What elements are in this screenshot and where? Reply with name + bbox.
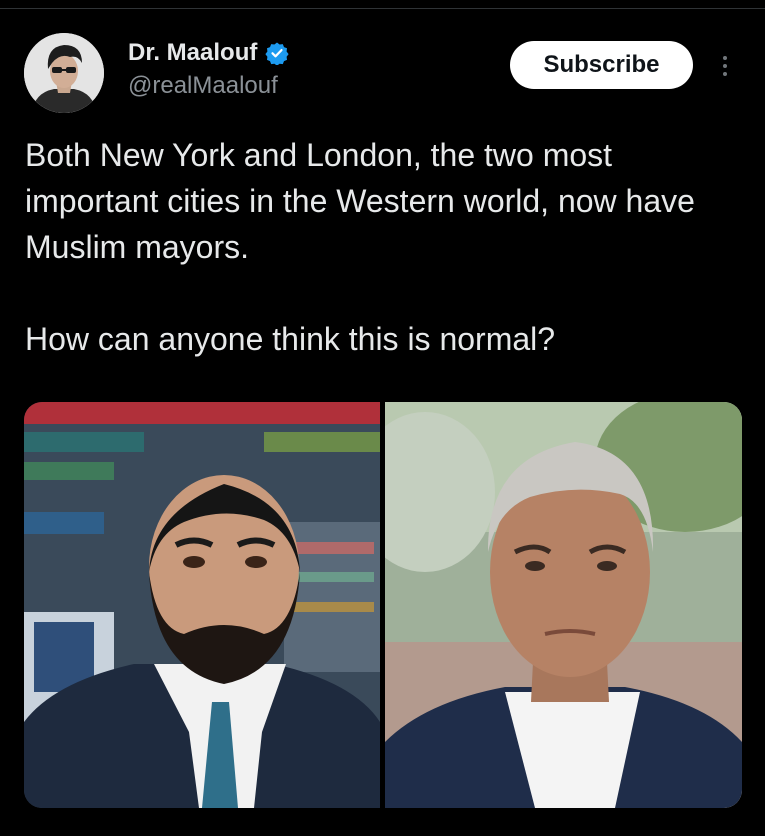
tweet-text: Both New York and London, the two most i… [25,132,745,362]
top-divider [0,8,765,9]
author-block: Dr. Maalouf @realMaalouf [128,36,289,100]
handle[interactable]: @realMaalouf [128,72,289,100]
more-options-icon[interactable] [712,46,738,86]
photo-left[interactable] [24,402,380,808]
subscribe-button[interactable]: Subscribe [510,41,693,89]
display-name[interactable]: Dr. Maalouf [128,39,257,67]
media-grid [24,402,742,808]
tweet-paragraph: How can anyone think this is normal? [25,321,556,357]
photo-right[interactable] [385,402,742,808]
portrait-photo-icon [24,402,380,808]
tweet-paragraph: Both New York and London, the two most i… [25,137,695,265]
avatar[interactable] [24,33,104,113]
portrait-photo-icon [385,402,742,808]
verified-badge-icon[interactable] [265,41,289,65]
avatar-photo-icon [24,33,104,113]
name-row: Dr. Maalouf [128,36,289,70]
